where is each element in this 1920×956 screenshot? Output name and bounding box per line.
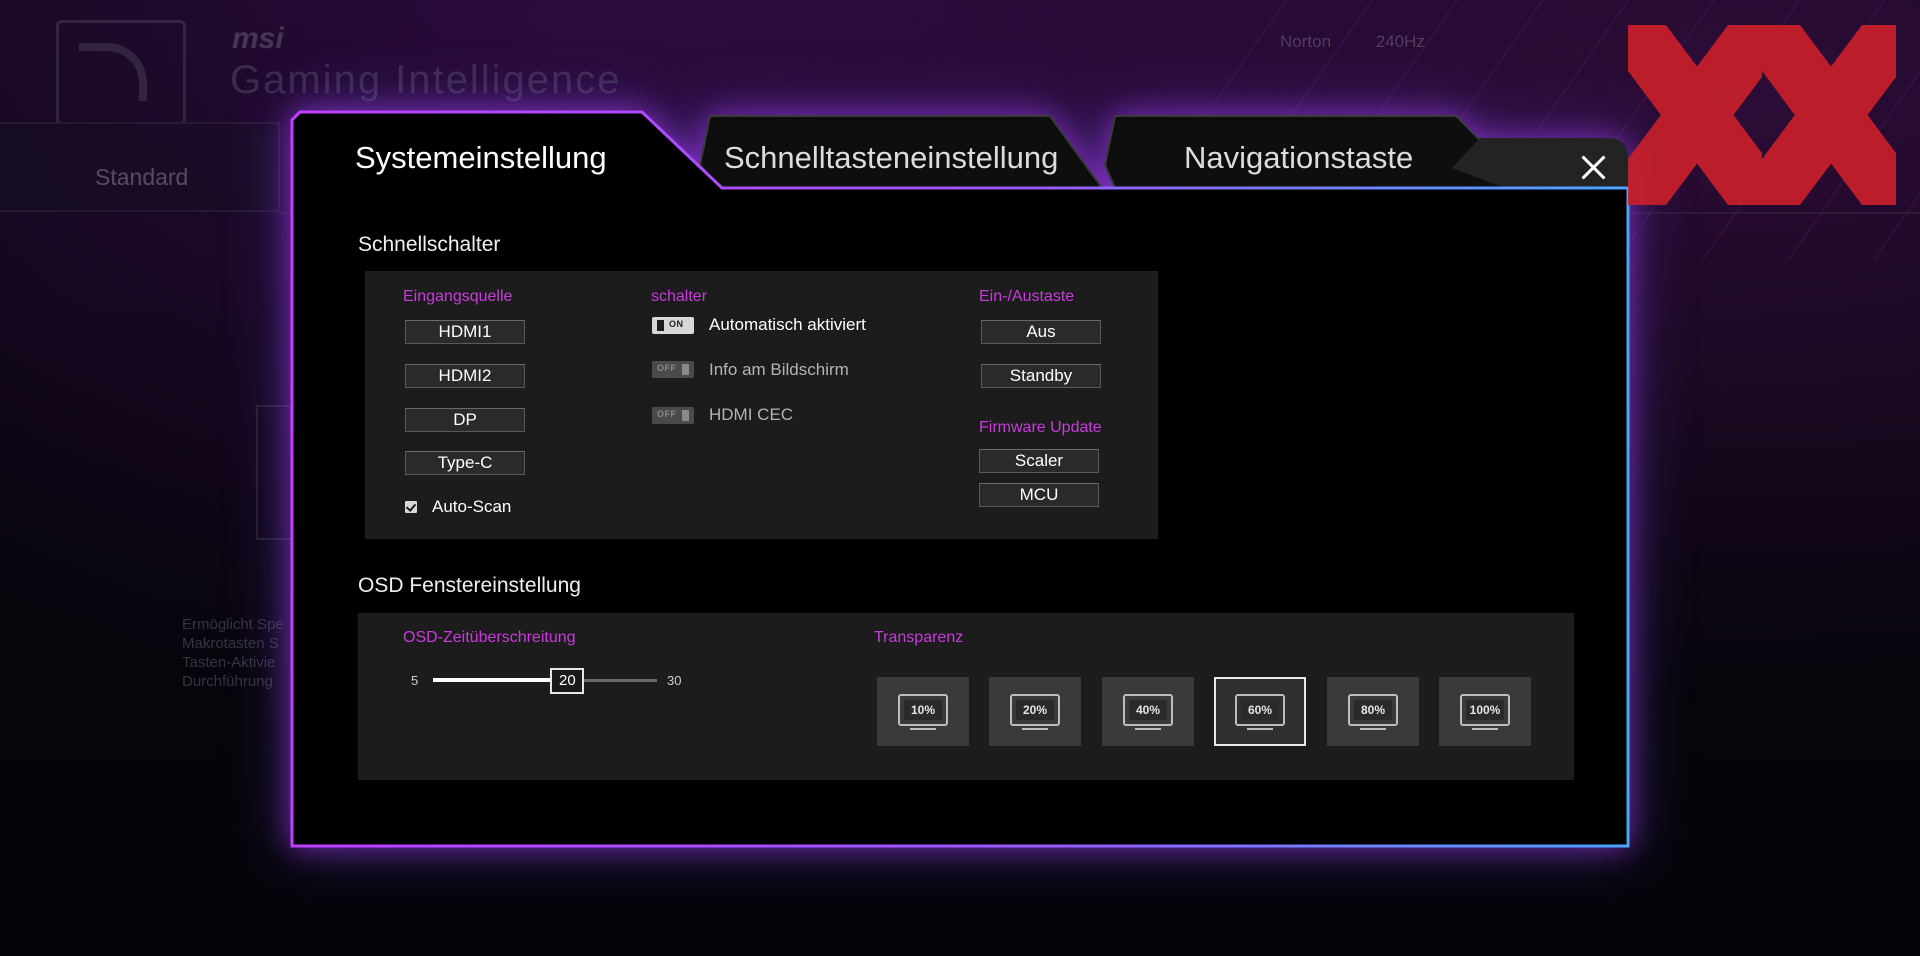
toggle-knob xyxy=(682,410,689,421)
switches-label: schalter xyxy=(651,288,708,305)
transparency-80-button[interactable]: 80% xyxy=(1327,677,1419,746)
transparency-value: 20% xyxy=(1016,700,1054,720)
transparency-40-button[interactable]: 40% xyxy=(1102,677,1194,746)
description-line: Durchführung xyxy=(182,673,273,690)
background-description: Ermöglicht Spe Makrotasten S Tasten-Akti… xyxy=(182,615,284,691)
tab-schnelltasteneinstellung[interactable]: Schnelltasteneinstellung xyxy=(724,140,1058,176)
monitor-icon: 80% xyxy=(1348,694,1398,726)
power-off-button[interactable]: Aus xyxy=(981,320,1101,344)
monitor-stand xyxy=(910,728,936,730)
monitor-stand xyxy=(1360,728,1386,730)
monitor-stand xyxy=(1135,728,1161,730)
monitor-stand xyxy=(1472,728,1498,730)
top-right-status: Norton 240Hz xyxy=(1280,32,1465,52)
norton-label: Norton xyxy=(1280,32,1332,51)
osd-timeout-label: OSD-Zeitüberschreitung xyxy=(403,629,576,646)
tab-standard-label: Standard xyxy=(95,164,189,190)
section-title-osd-window: OSD Fenstereinstellung xyxy=(358,574,581,597)
info-on-screen-label: Info am Bildschirm xyxy=(709,360,849,379)
transparency-value: 40% xyxy=(1129,700,1167,720)
input-dp-button[interactable]: DP xyxy=(405,408,525,432)
brand-name: msi xyxy=(232,22,284,55)
transparency-value: 80% xyxy=(1354,700,1392,720)
input-hdmi2-button[interactable]: HDMI2 xyxy=(405,364,525,388)
tab-systemeinstellung[interactable]: Systemeinstellung xyxy=(355,140,607,176)
watermark-logo xyxy=(1628,25,1896,205)
toggle-state: ON xyxy=(669,319,684,329)
power-standby-button[interactable]: Standby xyxy=(981,364,1101,388)
transparency-label: Transparenz xyxy=(874,629,964,646)
monitor-stand xyxy=(1247,728,1273,730)
app-logo-icon xyxy=(56,20,186,125)
monitor-icon: 100% xyxy=(1460,694,1510,726)
auto-activate-toggle[interactable]: ON xyxy=(652,317,694,334)
hdmi-cec-label: HDMI CEC xyxy=(709,405,794,424)
toggle-knob xyxy=(682,364,689,375)
slider-min-label: 5 xyxy=(411,673,419,688)
transparency-100-button[interactable]: 100% xyxy=(1439,677,1531,746)
tab-navigationstaste[interactable]: Navigationstaste xyxy=(1184,140,1413,176)
hdmi-cec-toggle[interactable]: OFF xyxy=(652,407,694,424)
transparency-value: 10% xyxy=(904,700,942,720)
input-typec-button[interactable]: Type-C xyxy=(405,451,525,475)
description-line: Makrotasten S xyxy=(182,635,279,652)
monitor-stand xyxy=(1022,728,1048,730)
power-key-label: Ein-/Austaste xyxy=(979,288,1075,305)
toggle-state: OFF xyxy=(657,409,677,419)
firmware-scaler-button[interactable]: Scaler xyxy=(979,449,1099,473)
brand-subtitle: Gaming Intelligence xyxy=(230,58,622,102)
slider-max-label: 30 xyxy=(667,673,682,688)
transparency-10-button[interactable]: 10% xyxy=(877,677,969,746)
description-line: Ermöglicht Spe xyxy=(182,616,284,633)
osd-timeout-slider-thumb[interactable]: 20 xyxy=(550,668,585,694)
firmware-mcu-button[interactable]: MCU xyxy=(979,483,1099,507)
monitor-icon: 40% xyxy=(1123,694,1173,726)
toggle-knob xyxy=(657,320,664,331)
info-on-screen-toggle[interactable]: OFF xyxy=(652,361,694,378)
auto-scan-checkbox[interactable] xyxy=(405,501,417,513)
tab-standard: Standard xyxy=(0,122,280,212)
transparency-20-button[interactable]: 20% xyxy=(989,677,1081,746)
auto-activate-label: Automatisch aktiviert xyxy=(709,315,866,334)
description-line: Tasten-Aktivie xyxy=(182,654,276,671)
section-title-quick-switch: Schnellschalter xyxy=(358,233,501,256)
monitor-icon: 20% xyxy=(1010,694,1060,726)
transparency-value: 100% xyxy=(1466,700,1504,720)
toggle-state: OFF xyxy=(657,363,677,373)
monitor-icon: 10% xyxy=(898,694,948,726)
auto-scan-label: Auto-Scan xyxy=(432,497,512,516)
refresh-rate-label: 240Hz xyxy=(1375,32,1425,51)
input-hdmi1-button[interactable]: HDMI1 xyxy=(405,320,525,344)
firmware-update-label: Firmware Update xyxy=(979,419,1102,436)
transparency-60-button[interactable]: 60% xyxy=(1214,677,1306,746)
osd-timeout-slider-fill xyxy=(433,678,568,682)
monitor-icon: 60% xyxy=(1235,694,1285,726)
close-button[interactable] xyxy=(1570,145,1616,191)
transparency-value: 60% xyxy=(1241,700,1279,720)
input-source-label: Eingangsquelle xyxy=(403,288,513,305)
